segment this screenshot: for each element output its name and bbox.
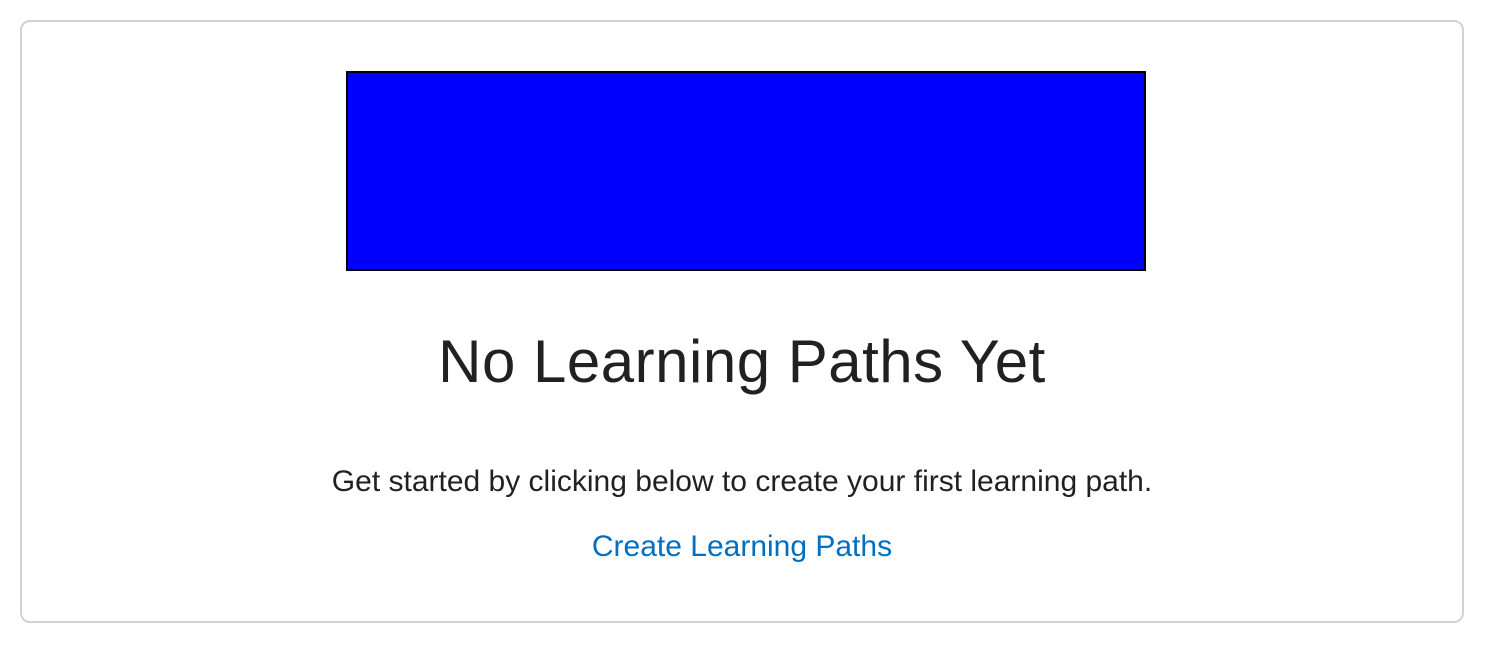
empty-state-illustration: [346, 71, 1146, 271]
create-learning-paths-label: Create Learning Paths: [591, 530, 893, 563]
empty-state-title: No Learning Paths Yet: [438, 328, 1046, 395]
empty-state-description: Get started by clicking below to create …: [331, 465, 1153, 498]
empty-state-card: No Learning Paths Yet Get started by cli…: [20, 20, 1464, 623]
create-learning-paths-link[interactable]: Create Learning Paths: [22, 527, 1462, 567]
